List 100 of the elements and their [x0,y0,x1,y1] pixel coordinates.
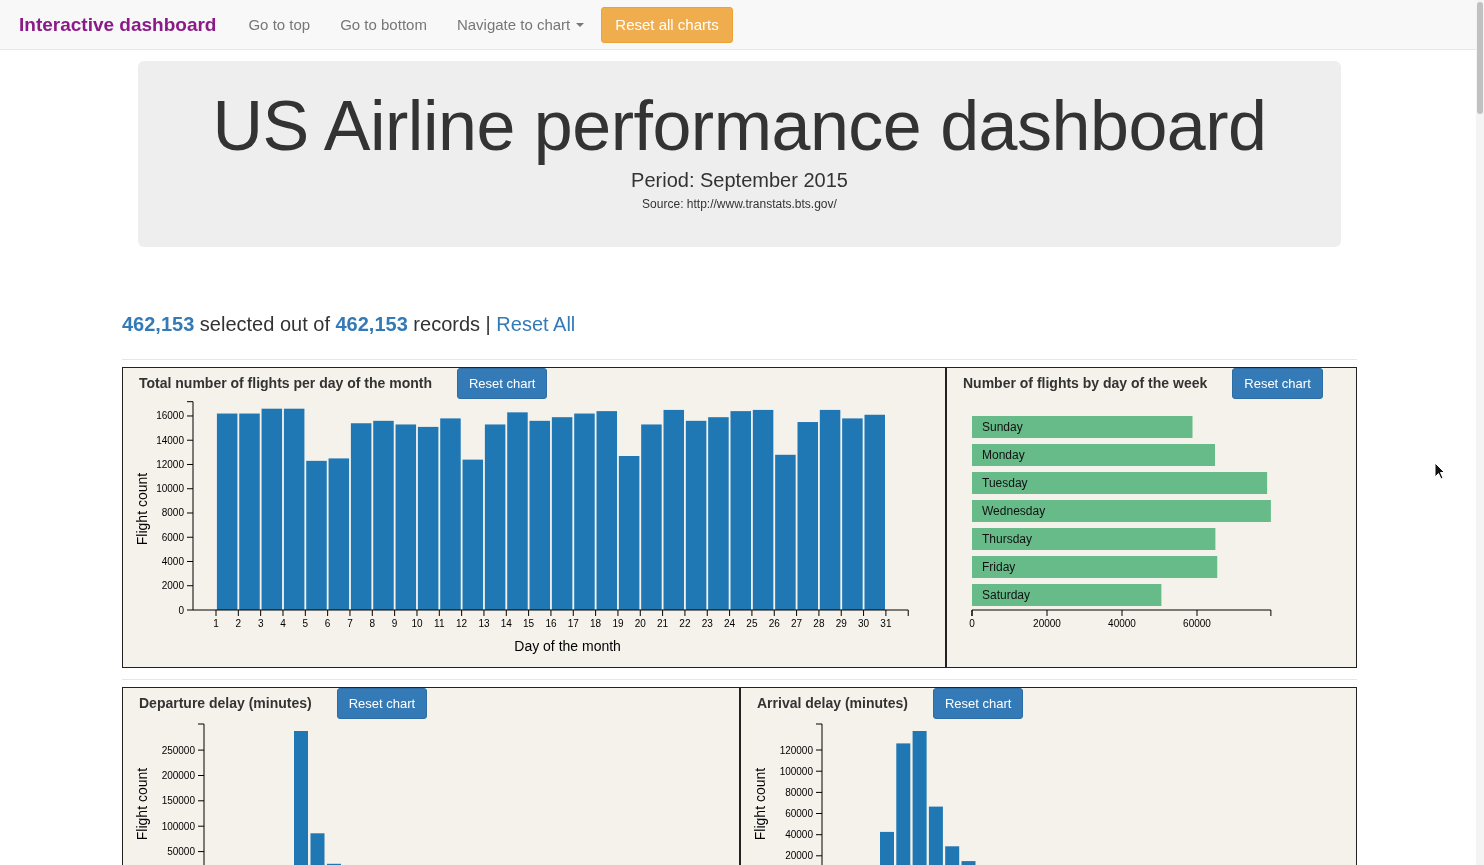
bar[interactable] [283,408,305,610]
y-tick-label: 100000 [779,765,813,777]
bar[interactable] [596,411,618,610]
y-tick-label: 6000 [161,531,184,543]
y-tick-label: 120000 [779,744,813,756]
bar[interactable] [529,420,551,610]
histogram-bar[interactable] [945,846,960,865]
bar[interactable] [484,424,506,610]
bar[interactable] [797,422,818,610]
record-count-summary: 462,153 selected out of 462,153 records | Reset All [122,312,576,337]
bar-label: Saturday [982,588,1031,602]
y-tick-label: 80000 [785,786,813,798]
y-tick-label: 10000 [156,483,184,495]
bar[interactable] [216,413,238,610]
brand-link[interactable]: Interactive dashboard [19,13,217,36]
bar[interactable] [972,528,1216,550]
histogram-bar[interactable] [961,861,976,865]
y-tick-label: 0 [178,604,184,616]
bar[interactable] [972,556,1218,578]
reset-chart-button[interactable]: Reset chart [932,688,1024,719]
cursor-icon [1434,462,1445,480]
x-tick-label: 9 [391,618,398,629]
x-tick-label: 15 [523,618,535,629]
nav-link[interactable]: Go to bottom [325,16,442,33]
x-tick-label: 30 [858,618,870,629]
y-tick-label: 150000 [161,795,195,807]
reset-all-link[interactable]: Reset All [496,313,576,335]
chart-title: Number of flights by day of the week [963,375,1208,391]
x-tick-label: 6 [324,618,331,629]
bar-label: Friday [982,560,1016,574]
x-tick-label: 13 [478,618,490,629]
x-tick-label: 40000 [1108,618,1136,629]
bar[interactable] [417,426,439,610]
x-tick-label: 16 [545,618,557,629]
bar[interactable] [972,444,1215,466]
reset-chart-button[interactable]: Reset chart [456,368,548,399]
y-tick-label: 2000 [161,580,184,592]
x-tick-label: 22 [679,618,691,629]
histogram-bar[interactable] [310,833,325,865]
nav-link[interactable]: Go to top [233,16,326,33]
x-tick-label: 27 [791,618,803,629]
y-tick-label: 60000 [785,808,813,819]
bar[interactable] [864,414,885,610]
x-tick-label: 24 [724,618,736,629]
x-tick-label: 14 [500,618,512,629]
y-axis-label: Flight count [134,472,150,546]
bar[interactable] [618,456,640,610]
bar[interactable] [350,423,372,610]
bar[interactable] [730,411,751,610]
bar-label: Thursday [982,532,1033,546]
period-text: Period: September 2015 [631,169,848,191]
y-tick-label: 16000 [156,410,184,422]
bar[interactable] [685,420,707,610]
bar[interactable] [752,409,774,610]
bar[interactable] [663,409,684,610]
y-tick-label: 12000 [156,459,184,470]
reset-chart-button[interactable]: Reset chart [336,688,428,719]
bar[interactable] [328,458,350,610]
scrollbar[interactable] [1476,0,1484,865]
x-tick-label: 7 [347,618,353,629]
bar[interactable] [395,424,417,610]
chart-title: Arrival delay (minutes) [757,695,908,711]
scrollbar-thumb[interactable] [1477,2,1483,114]
y-tick-label: 8000 [161,507,184,519]
chart-title: Total number of flights per day of the month [139,375,432,391]
caret-icon [576,22,585,27]
x-tick-label: 19 [612,618,624,629]
reset-chart-button[interactable]: Reset chart [1232,368,1323,399]
histogram-bar[interactable] [912,731,927,865]
dashboard-title: US Airline performance dashboard [211,88,1268,164]
bar[interactable] [972,416,1193,438]
x-tick-label: 18 [590,618,602,629]
bar[interactable] [261,408,283,610]
bar[interactable] [972,472,1268,494]
bar-label: Monday [982,448,1025,462]
bar[interactable] [462,459,484,610]
x-tick-label: 26 [768,618,780,629]
y-axis-label: Flight count [752,767,768,841]
bar[interactable] [551,417,573,610]
x-tick-label: 21 [657,618,669,629]
y-tick-label: 200000 [161,770,195,781]
y-tick-label: 20000 [785,850,813,862]
y-tick-label: 14000 [156,434,184,446]
histogram-bar[interactable] [896,743,911,865]
histogram-bar[interactable] [880,831,894,865]
x-tick-label: 2 [235,618,242,629]
x-tick-label: 28 [813,618,825,629]
y-tick-label: 4000 [161,556,184,567]
bar[interactable] [972,500,1271,522]
x-tick-label: 10 [411,618,423,629]
x-tick-label: 20000 [1033,618,1061,629]
histogram-bar[interactable] [928,806,943,865]
bar-label: Tuesday [982,476,1028,490]
bar[interactable] [819,409,841,610]
navigate-dropdown[interactable]: Navigate to chart [441,16,600,33]
x-tick-label: 5 [302,618,309,629]
bar[interactable] [972,584,1162,606]
y-axis-label: Flight count [134,767,150,841]
y-tick-label: 50000 [167,846,195,858]
bar-label: Wednesday [982,504,1046,518]
